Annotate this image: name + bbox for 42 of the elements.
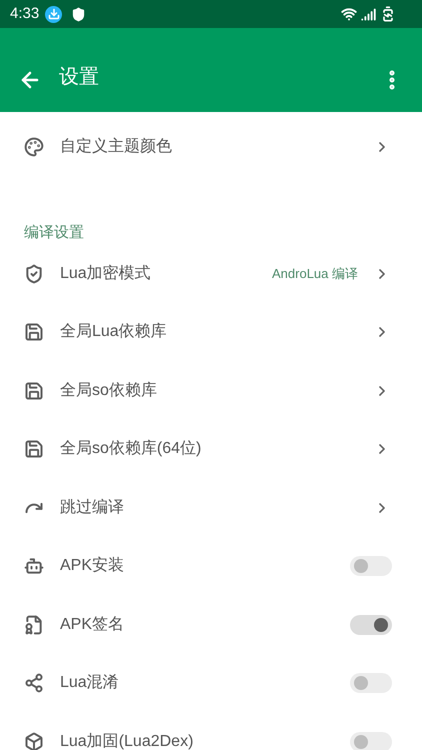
wifi-icon <box>341 6 357 22</box>
section-title: 编译设置 <box>23 222 85 242</box>
shield-check-icon <box>24 264 44 284</box>
settings-row[interactable]: Lua混淆 <box>0 654 422 712</box>
settings-row[interactable]: 跳过编译 <box>0 478 422 537</box>
row-label: 跳过编译 <box>60 498 125 518</box>
row-label: 全局so依赖库 <box>60 380 158 401</box>
palette-icon <box>24 137 44 158</box>
settings-row[interactable]: 全局Lua依赖库 <box>0 303 422 362</box>
row-label: 自定义主题颜色 <box>60 136 173 158</box>
battery-icon <box>380 6 396 22</box>
toggle-switch[interactable] <box>350 673 392 694</box>
save-icon <box>24 322 44 342</box>
certificate-icon <box>24 614 44 635</box>
row-label: 全局Lua依赖库 <box>60 322 168 342</box>
row-label: 全局so依赖库(64位) <box>60 438 202 460</box>
signal-icon <box>361 6 376 22</box>
shield-icon <box>71 6 86 22</box>
box-icon <box>24 732 44 750</box>
app-bar-title: 设置 <box>59 65 99 90</box>
settings-row[interactable]: 全局so依赖库(64位) <box>0 420 422 478</box>
row-label: APK签名 <box>60 614 126 635</box>
row-label: Lua加密模式 <box>60 264 152 284</box>
settings-row[interactable]: Lua加固(Lua2Dex) <box>0 712 422 750</box>
settings-row[interactable]: 自定义主题颜色 <box>0 118 422 176</box>
save-icon <box>24 439 44 460</box>
row-value: AndroLua 编译 <box>272 265 358 283</box>
row-label: Lua混淆 <box>60 673 120 694</box>
settings-row[interactable]: 全局so依赖库 <box>0 362 422 420</box>
toggle-switch[interactable] <box>350 556 392 576</box>
row-label: APK安装 <box>60 556 126 576</box>
settings-row[interactable]: APK安装 <box>0 537 422 596</box>
robot-icon <box>24 556 44 576</box>
toggle-switch[interactable] <box>350 732 392 750</box>
row-label: Lua加固(Lua2Dex) <box>60 732 194 750</box>
share-icon <box>24 673 44 694</box>
save-icon <box>24 380 44 401</box>
download-icon <box>45 6 62 22</box>
settings-row[interactable]: APK签名 <box>0 596 422 654</box>
toggle-switch[interactable] <box>350 614 392 635</box>
status-time: 4:33 <box>10 4 40 24</box>
settings-row[interactable]: Lua加密模式 AndroLua 编译 <box>0 244 422 303</box>
